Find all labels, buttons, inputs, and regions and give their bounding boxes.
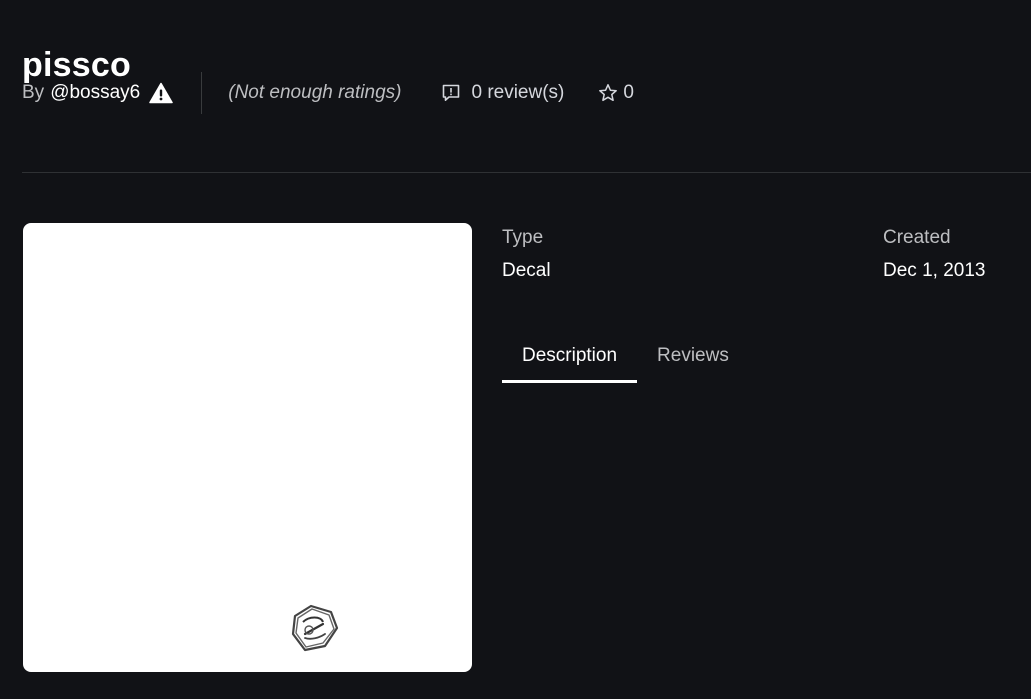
star-icon: [598, 83, 618, 103]
type-label: Type: [502, 227, 544, 248]
header-divider: [22, 172, 1031, 173]
asset-thumbnail: [23, 223, 472, 672]
creator-link[interactable]: @bossay6: [50, 82, 140, 104]
tab-description[interactable]: Description: [502, 330, 638, 383]
asset-detail-page: pissco By @bossay6 (Not enough ratings): [0, 0, 1031, 699]
asset-tabs: Description Reviews: [502, 330, 749, 384]
created-value: Dec 1, 2013: [883, 260, 986, 281]
created-label: Created: [883, 227, 951, 248]
reviews-count[interactable]: 0 review(s): [441, 82, 564, 104]
favorite-button[interactable]: 0: [598, 82, 634, 104]
reviews-count-label: 0 review(s): [471, 82, 565, 103]
by-label: By: [22, 82, 45, 103]
decal-sketch-image: [291, 604, 339, 652]
ratings-text: (Not enough ratings): [228, 82, 402, 103]
meta-divider: [201, 72, 203, 114]
creator-info: By @bossay6: [22, 82, 173, 104]
asset-meta-row: By @bossay6 (Not enough ratings) 0 revie…: [22, 72, 634, 114]
favorites-count: 0: [623, 82, 634, 103]
review-comment-icon: [441, 83, 461, 103]
tab-reviews[interactable]: Reviews: [637, 330, 749, 382]
type-value: Decal: [502, 260, 551, 281]
warning-icon[interactable]: [149, 82, 173, 104]
